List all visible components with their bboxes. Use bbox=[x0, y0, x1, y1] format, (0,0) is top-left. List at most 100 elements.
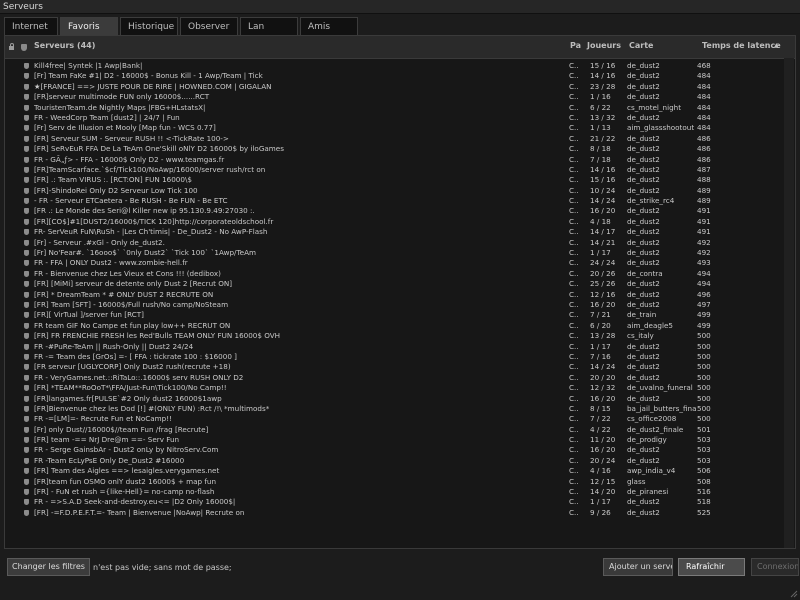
server-row[interactable]: [FR] .: Team VIRUS :. [RCT:ON] FUN 16000… bbox=[5, 175, 795, 185]
server-row[interactable]: FR - GÃ„ƒ> - FFA - 16000$ Only D2 - www.… bbox=[5, 155, 795, 165]
change-filters-button[interactable]: Changer les filtres bbox=[7, 558, 90, 576]
server-row[interactable]: FR - VeryGames.net.::RiTaLo::.16000$ ser… bbox=[5, 373, 795, 383]
server-row[interactable]: [FR]TeamScarface.`$cf/Tick100/NoAwp/1600… bbox=[5, 165, 795, 175]
server-row[interactable]: TouristenTeam.de Nightly Maps |FBG+HLsta… bbox=[5, 103, 795, 113]
server-row[interactable]: ★[FRANCE] ==> JUSTE POUR DE RIRE | HOWNE… bbox=[5, 82, 795, 92]
anticheat-shield-icon[interactable] bbox=[21, 44, 27, 51]
server-latency: 484 bbox=[697, 71, 711, 81]
server-latency: 492 bbox=[697, 237, 711, 247]
server-row[interactable]: [FR] *TEAM**RoOoT*\FFA/Just-Fun\Tick100/… bbox=[5, 383, 795, 393]
tab-historique[interactable]: Historique bbox=[120, 17, 178, 35]
server-map: de_dust2 bbox=[627, 455, 660, 465]
server-row[interactable]: FR -#PuRe-TeAm || Rush-Only || Dust2 24/… bbox=[5, 342, 795, 352]
server-players: 24 / 24 bbox=[590, 258, 616, 268]
server-map: awp_india_v4 bbox=[627, 466, 676, 476]
server-players: 4 / 22 bbox=[590, 424, 611, 434]
column-header: Serveurs (44) Pa Joueurs Carte Temps de … bbox=[5, 36, 795, 59]
tab-observer[interactable]: Observer bbox=[180, 17, 238, 35]
scrollbar[interactable] bbox=[784, 58, 794, 548]
server-row[interactable]: [FR] Serveur SUM - Serveur RUSH !! <-Tic… bbox=[5, 134, 795, 144]
server-latency: 500 bbox=[697, 383, 711, 393]
sort-ascending-icon[interactable]: ▲ bbox=[774, 42, 779, 49]
server-row[interactable]: [FR]langames.fr[PULSE`#2 Only dust2 1600… bbox=[5, 394, 795, 404]
server-players: 9 / 26 bbox=[590, 507, 611, 517]
server-map: de_dust2 bbox=[627, 445, 660, 455]
server-row[interactable]: [FR] Team des Aigles ==> lesaigles.veryg… bbox=[5, 466, 795, 476]
server-map: aim_deagle5 bbox=[627, 320, 673, 330]
server-row[interactable]: [FR]serveur multimode FUN only 16000$...… bbox=[5, 92, 795, 102]
server-pa: C... bbox=[569, 248, 579, 258]
server-row[interactable]: [FR] -=F.D.P.E.F.T.=- Team | Bienvenue |… bbox=[5, 508, 795, 518]
column-servers[interactable]: Serveurs (44) bbox=[34, 41, 95, 50]
server-players: 16 / 20 bbox=[590, 393, 616, 403]
server-row[interactable]: [FR]team fun OSMO onlY dust2 16000$ + ma… bbox=[5, 477, 795, 487]
tab-amis[interactable]: Amis bbox=[300, 17, 358, 35]
server-name: [FR]team fun OSMO onlY dust2 16000$ + ma… bbox=[34, 476, 217, 486]
anticheat-shield-icon bbox=[24, 374, 29, 381]
server-map: de_dust2 bbox=[627, 206, 660, 216]
server-name: [FR] .: Team VIRUS :. [RCT:ON] FUN 16000… bbox=[34, 175, 192, 185]
server-pa: C... bbox=[569, 71, 579, 81]
tab-lan[interactable]: Lan bbox=[240, 17, 298, 35]
server-name: [FR]-ShindoRei Only D2 Serveur Low Tick … bbox=[34, 185, 198, 195]
server-pa: C... bbox=[569, 331, 579, 341]
server-row[interactable]: - FR - Serveur ETCaetera - Be RUSH - Be … bbox=[5, 196, 795, 206]
server-players: 7 / 16 bbox=[590, 351, 611, 361]
server-row[interactable]: Kill4free| Syntek |1 Awp|Bank| C... 15 / 1… bbox=[5, 61, 795, 71]
server-row[interactable]: [FR] - FuN et rush ={like-Hell}= no-camp… bbox=[5, 487, 795, 497]
server-row[interactable]: FR -=[LM]=- Recrute Fun et NoCamp!! C... 7… bbox=[5, 414, 795, 424]
server-name: [Fr] No'Fear#. `16ooo$` `0nly Dust2` `Ti… bbox=[34, 248, 256, 258]
server-row[interactable]: FR - FFA | ONLY Dust2 - www.zombie-hell.… bbox=[5, 258, 795, 268]
server-row[interactable]: [FR] [MiMi] serveur de detente only Dust… bbox=[5, 279, 795, 289]
server-row[interactable]: FR - =>S.A.D Seek-and-destroy.eu<= |D2 O… bbox=[5, 497, 795, 507]
anticheat-shield-icon bbox=[24, 208, 29, 215]
server-row[interactable]: [FR serveur [UGLYCORP] Only Dust2 rush(r… bbox=[5, 362, 795, 372]
server-pa: C... bbox=[569, 476, 579, 486]
server-pa: C... bbox=[569, 112, 579, 122]
server-latency: 501 bbox=[697, 424, 711, 434]
server-row[interactable]: FR -Team EcLyPsE Only De_Dust2 #16000 C..… bbox=[5, 456, 795, 466]
server-players: 14 / 16 bbox=[590, 71, 616, 81]
tab-favoris[interactable]: Favoris bbox=[60, 17, 118, 35]
refresh-button[interactable]: Rafraîchir bbox=[678, 558, 745, 576]
column-pa[interactable]: Pa bbox=[570, 41, 581, 50]
server-row[interactable]: FR - Serge GainsbAr - Dust2 onLy by Nitr… bbox=[5, 445, 795, 455]
server-name: FR -#PuRe-TeAm || Rush-Only || Dust2 24/… bbox=[34, 341, 194, 351]
column-players[interactable]: Joueurs bbox=[587, 41, 621, 50]
server-row[interactable]: [FR][CO$]#1[DUST2/16000$/TICK 120]http:/… bbox=[5, 217, 795, 227]
resize-grip-icon[interactable] bbox=[790, 590, 798, 598]
server-row[interactable]: [Fr] - Serveur .#xGl - Only de_dust2. C..… bbox=[5, 238, 795, 248]
server-row[interactable]: [FR] FR FRENCHIE FRESH les Red'Bulls TEA… bbox=[5, 331, 795, 341]
server-row[interactable]: FR - Bienvenue chez Les Vieux et Cons !!… bbox=[5, 269, 795, 279]
server-row[interactable]: [Fr] Team FaKe #1| D2 - 16000$ - Bonus K… bbox=[5, 71, 795, 81]
server-row[interactable]: [FR][ VirTual ]/server fun [RCT] C... 7 / … bbox=[5, 310, 795, 320]
server-name: [FR] -=F.D.P.E.F.T.=- Team | Bienvenue |… bbox=[34, 507, 245, 517]
server-row[interactable]: [Fr] No'Fear#. `16ooo$` `0nly Dust2` `Ti… bbox=[5, 248, 795, 258]
lock-icon[interactable] bbox=[9, 43, 14, 50]
server-players: 13 / 32 bbox=[590, 112, 616, 122]
column-map[interactable]: Carte bbox=[629, 41, 653, 50]
server-row[interactable]: [FR]-ShindoRei Only D2 Serveur Low Tick … bbox=[5, 186, 795, 196]
server-latency: 484 bbox=[697, 112, 711, 122]
server-row[interactable]: FR- SerVeuR FuN\RuSh - |Les Ch'timis| - … bbox=[5, 227, 795, 237]
server-row[interactable]: [FR .: Le Monde des Seri@l Killer new ip… bbox=[5, 206, 795, 216]
server-row[interactable]: [FR] * DreamTeam * # ONLY DUST 2 RECRUTE… bbox=[5, 290, 795, 300]
server-row[interactable]: FR - WeedCorp Team [dust2] | 24/7 | Fun C… bbox=[5, 113, 795, 123]
server-latency: 494 bbox=[697, 268, 711, 278]
server-row[interactable]: [FR] SeRvEuR FFA De La TeAm One'Skill oN… bbox=[5, 144, 795, 154]
server-map: de_dust2 bbox=[627, 372, 660, 382]
server-pa: C... bbox=[569, 383, 579, 393]
server-map: de_dust2 bbox=[627, 112, 660, 122]
server-row[interactable]: [FR] team -== NrJ Dre@m ==- Serv Fun C...… bbox=[5, 435, 795, 445]
server-map: cs_motel_night bbox=[627, 102, 682, 112]
server-row[interactable]: [Fr] only Dust//16000$//team Fun /frag [… bbox=[5, 425, 795, 435]
column-latency[interactable]: Temps de latence bbox=[702, 41, 781, 50]
server-row[interactable]: FR -= Team des [GrOs] =- [ FFA : tickrat… bbox=[5, 352, 795, 362]
add-server-button[interactable]: Ajouter un serve bbox=[603, 558, 673, 576]
tab-internet[interactable]: Internet bbox=[4, 17, 58, 35]
server-row[interactable]: [FR] Team [SFT] - 16000$/Full rush/No ca… bbox=[5, 300, 795, 310]
server-row[interactable]: FR team GIF No Campe et fun play low++ R… bbox=[5, 321, 795, 331]
server-row[interactable]: [FR]Bienvenue chez les Dod [!] #(ONLY FU… bbox=[5, 404, 795, 414]
server-map: de_dust2 bbox=[627, 248, 660, 258]
server-row[interactable]: [Fr] Serv de Illusion et Mooly [Map fun … bbox=[5, 123, 795, 133]
